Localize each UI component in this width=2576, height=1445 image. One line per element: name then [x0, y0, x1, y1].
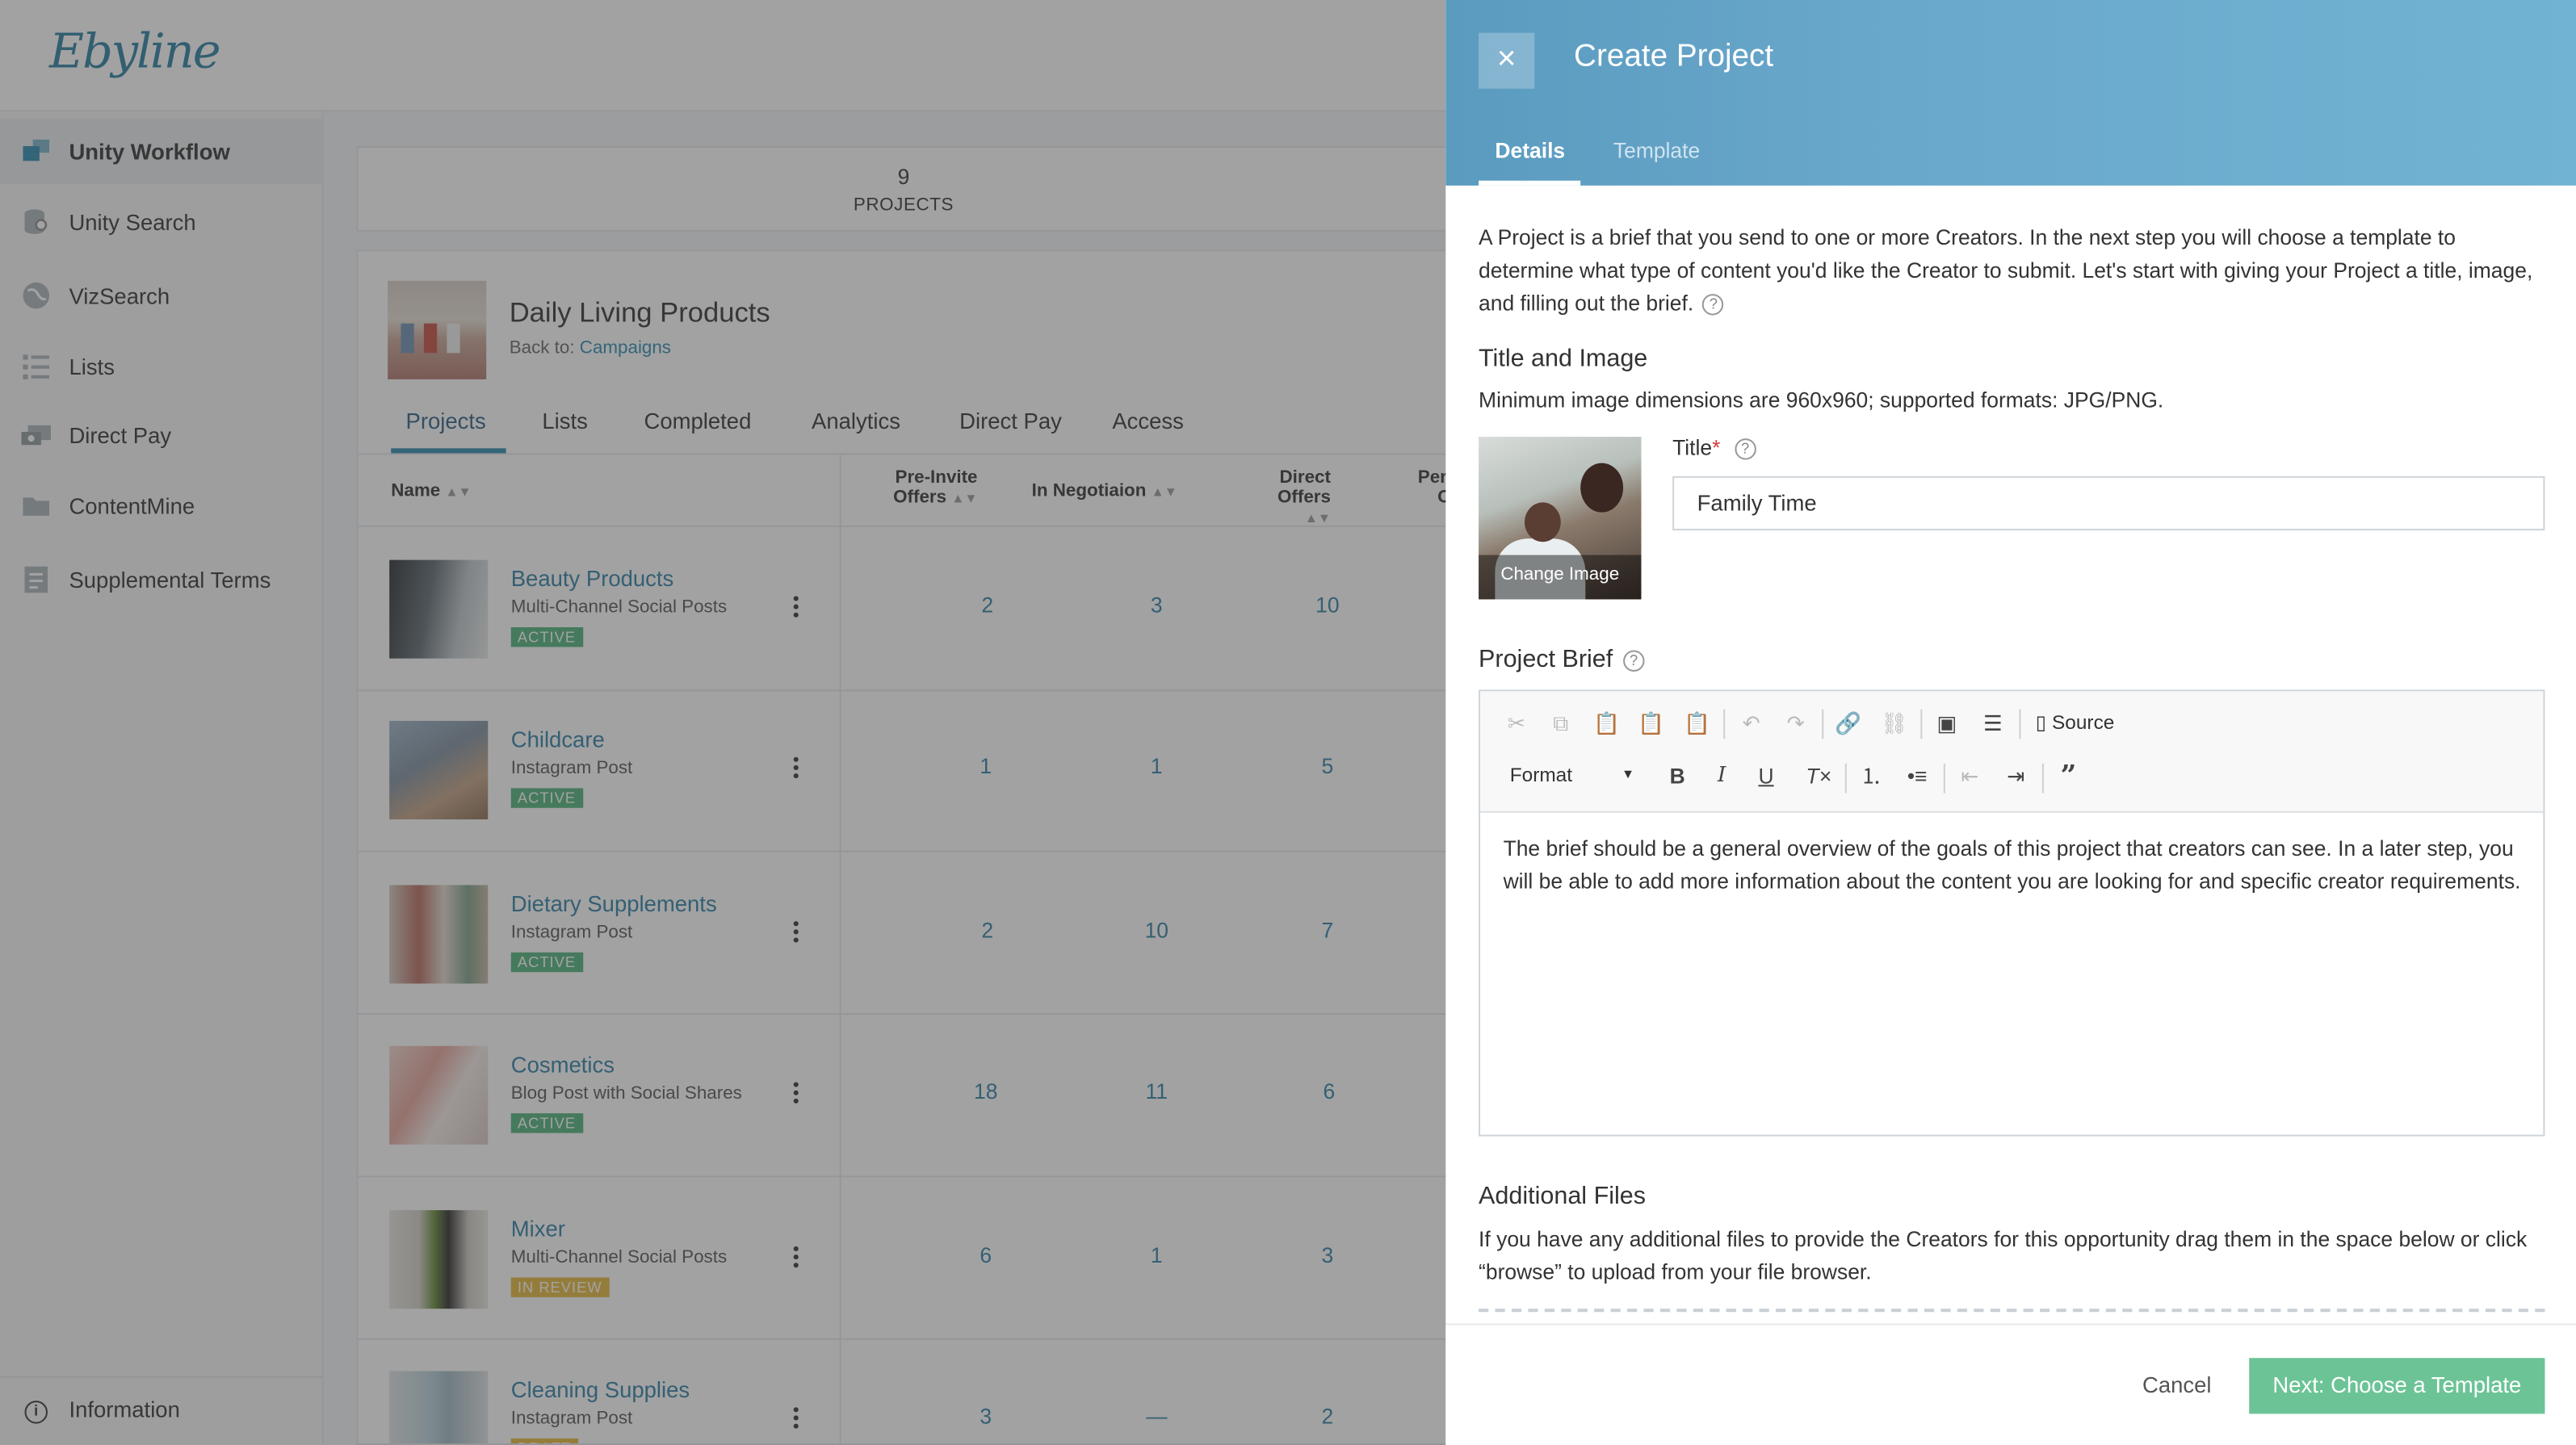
source-icon: ▯ [2035, 710, 2047, 735]
help-icon[interactable]: ? [1734, 438, 1756, 460]
close-icon: × [1496, 40, 1517, 77]
drawer-footer: Cancel Next: Choose a Template [1445, 1323, 2576, 1445]
blockquote-icon[interactable]: ” [2052, 760, 2085, 794]
outdent-icon[interactable]: ⇤ [1953, 760, 1987, 794]
title-input[interactable] [1672, 475, 2545, 531]
create-project-drawer: × Create Project Details Template A Proj… [1445, 0, 2576, 1445]
toolbar-separator [2041, 763, 2044, 794]
format-label: Format [1509, 763, 1573, 787]
indent-icon[interactable]: ⇥ [1999, 760, 2033, 794]
title-label-text: Title [1672, 435, 1713, 460]
unlink-icon[interactable]: ⛓ [1877, 708, 1911, 741]
image-icon[interactable]: ▣ [1931, 708, 1964, 741]
required-marker: * [1712, 435, 1721, 460]
copy-icon[interactable]: ⧉ [1544, 708, 1577, 741]
toolbar-separator [1844, 763, 1847, 794]
remove-format-icon[interactable]: T× [1802, 760, 1836, 794]
help-icon[interactable]: ? [1702, 294, 1725, 316]
horizontal-rule-icon[interactable]: ☰ [1977, 708, 2010, 741]
rich-text-editor: ✂ ⧉ 📋 📋 📋 ↶ ↷ 🔗 ⛓ ▣ ☰ ▯ Source Format ▼ B… [1479, 689, 2545, 1137]
additional-files-heading: Additional Files [1479, 1182, 1646, 1211]
image-requirements: Minimum image dimensions are 960x960; su… [1479, 387, 2164, 413]
paste-text-icon[interactable]: 📋 [1634, 708, 1668, 741]
chevron-down-icon: ▼ [1622, 766, 1635, 782]
brief-textarea[interactable]: The brief should be a general overview o… [1504, 832, 2522, 898]
intro-text: A Project is a brief that you send to on… [1479, 222, 2546, 320]
additional-files-text: If you have any additional files to prov… [1479, 1226, 2528, 1284]
toolbar-separator [1822, 709, 1824, 739]
link-icon[interactable]: 🔗 [1831, 708, 1865, 741]
modal-backdrop[interactable] [0, 0, 1446, 1445]
tab-details[interactable]: Details [1495, 138, 1565, 163]
bulleted-list-icon[interactable]: •≡ [1901, 760, 1934, 794]
toolbar-separator [1920, 709, 1923, 739]
title-label: Title* ? [1672, 435, 1756, 460]
cancel-button[interactable]: Cancel [2142, 1373, 2212, 1398]
project-brief-label: Project Brief [1479, 645, 1613, 673]
cut-icon[interactable]: ✂ [1500, 708, 1533, 741]
toolbar-separator [2019, 709, 2021, 739]
image-shape [1580, 463, 1624, 513]
drawer-title: Create Project [1574, 39, 1774, 74]
intro-paragraph: A Project is a brief that you send to on… [1479, 224, 2533, 316]
active-tab-indicator [1479, 180, 1581, 186]
image-shape [1525, 502, 1561, 542]
bold-icon[interactable]: B [1661, 760, 1694, 794]
paste-word-icon[interactable]: 📋 [1680, 708, 1714, 741]
italic-icon[interactable]: I [1705, 760, 1739, 794]
close-button[interactable]: × [1479, 32, 1535, 89]
toolbar-separator [1723, 709, 1726, 739]
source-button[interactable]: ▯ Source [2036, 711, 2115, 734]
editor-toolbar: ✂ ⧉ 📋 📋 📋 ↶ ↷ 🔗 ⛓ ▣ ☰ ▯ Source Format ▼ B… [1480, 691, 2544, 813]
help-icon[interactable]: ? [1622, 649, 1645, 671]
next-choose-template-button[interactable]: Next: Choose a Template [2249, 1358, 2545, 1414]
format-dropdown[interactable]: Format ▼ [1510, 764, 1642, 786]
underline-icon[interactable]: U [1750, 760, 1783, 794]
project-image[interactable]: Change Image [1479, 437, 1642, 600]
redo-icon[interactable]: ↷ [1779, 708, 1812, 741]
toolbar-separator [1943, 763, 1945, 794]
numbered-list-icon[interactable]: ⒈ [1855, 760, 1888, 794]
tab-template[interactable]: Template [1613, 138, 1700, 163]
undo-icon[interactable]: ↶ [1735, 708, 1768, 741]
drawer-header: × Create Project Details Template [1445, 0, 2576, 186]
change-image-button[interactable]: Change Image [1479, 555, 1642, 600]
paste-icon[interactable]: 📋 [1590, 708, 1623, 741]
title-image-heading: Title and Image [1479, 345, 1648, 373]
source-label: Source [2051, 710, 2115, 735]
project-brief-heading: Project Brief ? [1479, 645, 1645, 673]
